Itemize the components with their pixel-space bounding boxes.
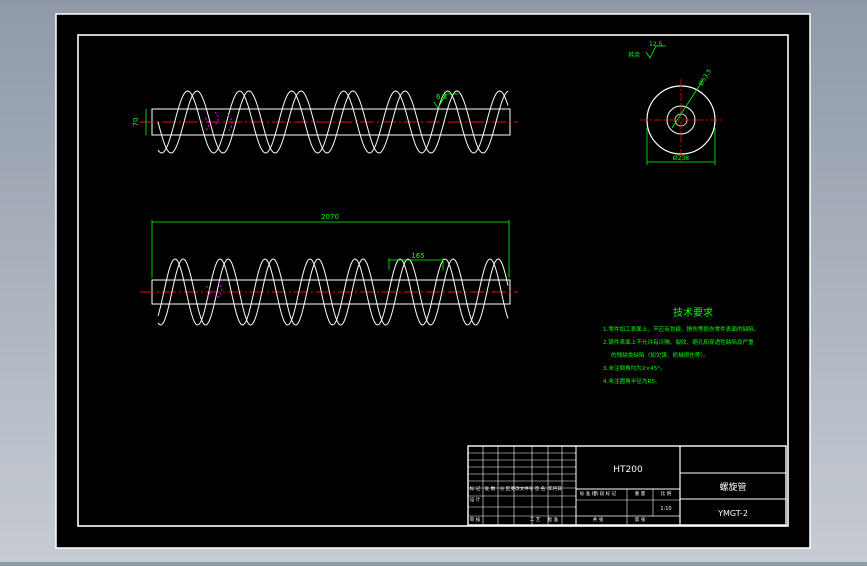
title-block-small-label: 标 记 [470,485,481,492]
drawing-number: YMGT-2 [717,509,748,518]
title-block-small-label: 更改文件号 [511,485,534,492]
part-name: 螺旋管 [719,481,746,493]
title-block-small-label: 审 核 [470,516,481,523]
title-block-small-label: 共 张 [593,516,604,523]
tech-item-5: 4.未注圆角半径为R5。 [603,377,661,385]
title-block-small-label: 年月日 [548,485,562,492]
title-block-small-label: 工 艺 [530,517,541,523]
drawing-sheet [55,13,811,549]
roughness-label-section: 12.5 [649,41,663,48]
tech-item-2: 2.铸件表面上不允许有冷隔、裂纹、缩孔和穿透性缺陷及严重 [603,338,754,346]
title-block-small-label: 比 例 [661,490,672,497]
tech-item-1: 1.零件加工表面上，不应有划痕、擦伤等损伤零件表面的缺陷。 [603,325,759,333]
roughness-label-top: 6.3 [436,93,447,101]
tech-item-4: 3.未注倒角均为2×45°。 [603,364,666,372]
length-label: 2070 [321,213,339,221]
material-label: HT200 [613,465,643,475]
title-block-small-label: 处 数 [485,485,496,492]
tech-item-3: 的残缺类缺陷（如欠铸、机械损伤等）。 [611,351,709,359]
title-block-small-label: 设 计 [470,496,481,503]
title-block-small-label: 分 区 [500,485,511,492]
scale-value: 1:10 [660,506,671,512]
roughness-prefix: 其余 [628,51,640,59]
pitch-label: 165 [411,252,424,260]
cad-viewport[interactable]: 70 6.3 2070 165 Ø53.5 Ø238 其余 12.5 技术要求 … [0,0,867,562]
title-block-small-label: 阶 段 标 记 [594,490,617,497]
title-block-small-label: 第 张 [635,516,646,523]
title-block-small-label: 重 量 [635,490,646,497]
cad-drawing: 70 6.3 2070 165 Ø53.5 Ø238 其余 12.5 技术要求 … [55,13,811,549]
tech-title: 技术要求 [673,306,713,319]
title-block-small-label: 签 名 [535,485,545,492]
diameter-label: 70 [132,118,140,127]
outer-dim-label: Ø238 [673,155,689,162]
title-block-small-label: 批 准 [548,516,559,523]
